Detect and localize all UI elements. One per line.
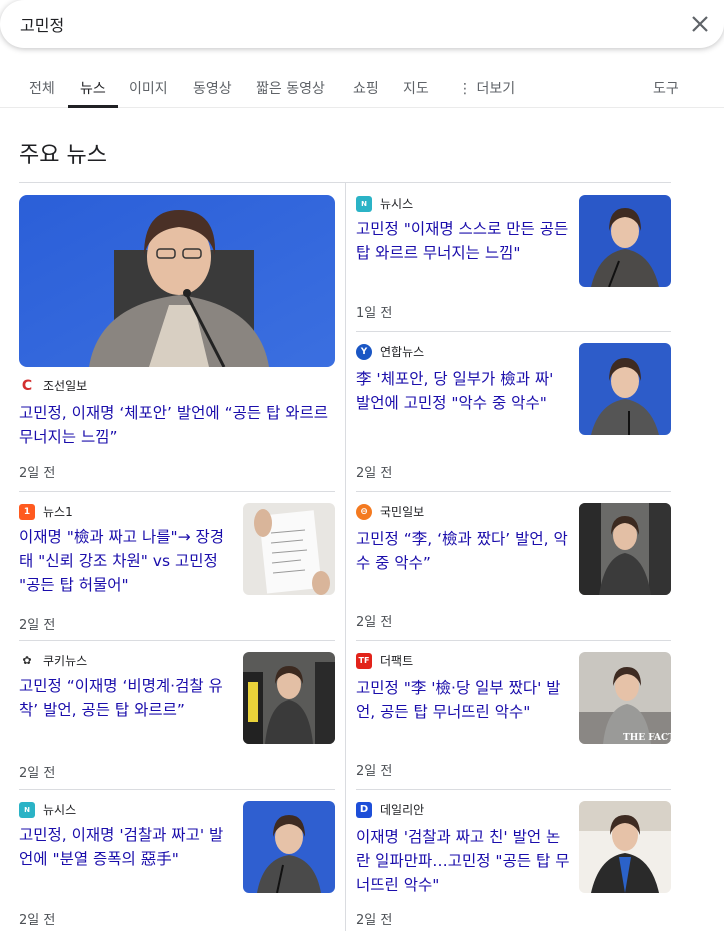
divider xyxy=(356,331,671,332)
chosun-logo-icon: C xyxy=(19,377,35,394)
divider xyxy=(356,491,671,492)
news-thumbnail xyxy=(19,195,335,367)
section-title: 주요 뉴스 xyxy=(19,143,107,168)
news-age: 2일 전 xyxy=(19,618,56,633)
news-source: TF 더팩트 xyxy=(356,652,413,669)
news-age: 1일 전 xyxy=(356,306,393,321)
news-thumbnail xyxy=(243,652,335,744)
divider xyxy=(356,789,671,790)
news-age: 2일 전 xyxy=(19,466,56,481)
tab-all[interactable]: 전체 xyxy=(29,78,55,98)
divider xyxy=(19,491,335,492)
search-tabs: 전체 뉴스 이미지 동영상 짧은 동영상 쇼핑 지도 ⋮ 더보기 도구 xyxy=(0,68,724,108)
news-card[interactable]: ⊖ 국민일보 고민정 “李, ‘檢과 짰다’ 발언, 악수 중 악수” 2일 전 xyxy=(356,503,671,630)
news-thumbnail xyxy=(579,503,671,595)
divider xyxy=(19,789,335,790)
divider xyxy=(356,640,671,641)
tab-videos[interactable]: 동영상 xyxy=(193,78,232,98)
tab-images[interactable]: 이미지 xyxy=(129,78,168,98)
news-card[interactable]: Y 연합뉴스 李 '체포안, 당 일부가 檢과 짜' 발언에 고민정 "악수 중… xyxy=(356,343,671,481)
news-thumbnail xyxy=(579,195,671,287)
tab-shopping[interactable]: 쇼핑 xyxy=(353,78,379,98)
news-headline[interactable]: 이재명 "檢과 짜고 나를"→ 장경태 "신뢰 강조 차원" vs 고민정 "공… xyxy=(19,525,234,597)
news-age: 2일 전 xyxy=(356,913,393,928)
news-thumbnail xyxy=(579,801,671,893)
news-source: D 데일리안 xyxy=(356,801,424,818)
news-source: C 조선일보 xyxy=(19,377,87,394)
newsis-logo-icon: N xyxy=(356,195,372,212)
search-input[interactable]: 고민정 xyxy=(20,12,64,36)
divider xyxy=(19,640,335,641)
news-card[interactable]: N 뉴시스 고민정, 이재명 '검찰과 짜고' 발언에 "분열 증폭의 惡手" … xyxy=(19,801,335,928)
kuki-logo-icon: ✿ xyxy=(19,652,35,669)
news-headline[interactable]: 고민정 “이재명 ‘비명계·검찰 유착’ 발언, 공든 탑 와르르” xyxy=(19,674,234,722)
news-card[interactable]: ✿ 쿠키뉴스 고민정 “이재명 ‘비명계·검찰 유착’ 발언, 공든 탑 와르르… xyxy=(19,652,335,781)
news-headline[interactable]: 고민정 "李 '檢·당 일부 짰다' 발언, 공든 탑 무너뜨린 악수" xyxy=(356,676,571,724)
news-thumbnail xyxy=(579,343,671,435)
close-icon[interactable] xyxy=(688,12,712,36)
news-headline[interactable]: 고민정 “李, ‘檢과 짰다’ 발언, 악수 중 악수” xyxy=(356,527,571,575)
tab-more[interactable]: ⋮ 더보기 xyxy=(458,78,515,98)
news-headline[interactable]: 고민정, 이재명 '검찰과 짜고' 발언에 "분열 증폭의 惡手" xyxy=(19,823,234,871)
news1-logo-icon: 1 xyxy=(19,503,35,520)
news-source: N 뉴시스 xyxy=(19,801,76,818)
kukmin-logo-icon: ⊖ xyxy=(356,503,372,520)
newsis-logo-icon: N xyxy=(19,801,35,818)
news-card-featured[interactable]: C 조선일보 고민정, 이재명 ‘체포안’ 발언에 “공든 탑 와르르 무너지는… xyxy=(19,195,335,481)
news-thumbnail xyxy=(243,503,335,595)
news-thumbnail xyxy=(243,801,335,893)
thefact-logo-icon: TF xyxy=(356,652,372,669)
news-source: Y 연합뉴스 xyxy=(356,343,424,360)
tab-short-videos[interactable]: 짧은 동영상 xyxy=(256,78,325,98)
news-headline[interactable]: 李 '체포안, 당 일부가 檢과 짜' 발언에 고민정 "악수 중 악수" xyxy=(356,367,571,415)
thefact-watermark: THE FACT xyxy=(623,733,671,743)
news-source: N 뉴시스 xyxy=(356,195,413,212)
tab-news[interactable]: 뉴스 xyxy=(80,78,106,98)
news-thumbnail: THE FACT xyxy=(579,652,671,744)
news-age: 2일 전 xyxy=(356,466,393,481)
news-source: ⊖ 국민일보 xyxy=(356,503,424,520)
news-source: ✿ 쿠키뉴스 xyxy=(19,652,87,669)
dailian-logo-icon: D xyxy=(356,801,372,818)
news-headline[interactable]: 이재명 '검찰과 짜고 친' 발언 논란 일파만파…고민정 "공든 탑 무너뜨린… xyxy=(356,825,571,897)
column-divider xyxy=(345,183,346,931)
news-headline[interactable]: 고민정, 이재명 ‘체포안’ 발언에 “공든 탑 와르르 무너지는 느낌” xyxy=(19,401,335,449)
news-age: 2일 전 xyxy=(19,913,56,928)
news-age: 2일 전 xyxy=(19,766,56,781)
news-card[interactable]: N 뉴시스 고민정 "이재명 스스로 만든 공든 탑 와르르 무너지는 느낌" … xyxy=(356,195,671,323)
news-age: 2일 전 xyxy=(356,615,393,630)
news-age: 2일 전 xyxy=(356,764,393,779)
news-card[interactable]: TF 더팩트 고민정 "李 '檢·당 일부 짰다' 발언, 공든 탑 무너뜨린 … xyxy=(356,652,671,779)
tab-maps[interactable]: 지도 xyxy=(403,78,429,98)
news-card[interactable]: 1 뉴스1 이재명 "檢과 짜고 나를"→ 장경태 "신뢰 강조 차원" vs … xyxy=(19,503,335,633)
active-tab-indicator xyxy=(68,105,118,108)
news-headline[interactable]: 고민정 "이재명 스스로 만든 공든 탑 와르르 무너지는 느낌" xyxy=(356,217,571,265)
news-source: 1 뉴스1 xyxy=(19,503,73,520)
search-bar[interactable]: 고민정 xyxy=(0,0,724,48)
tools-button[interactable]: 도구 xyxy=(653,78,679,98)
yonhap-logo-icon: Y xyxy=(356,343,372,360)
news-card[interactable]: D 데일리안 이재명 '검찰과 짜고 친' 발언 논란 일파만파…고민정 "공든… xyxy=(356,801,671,928)
